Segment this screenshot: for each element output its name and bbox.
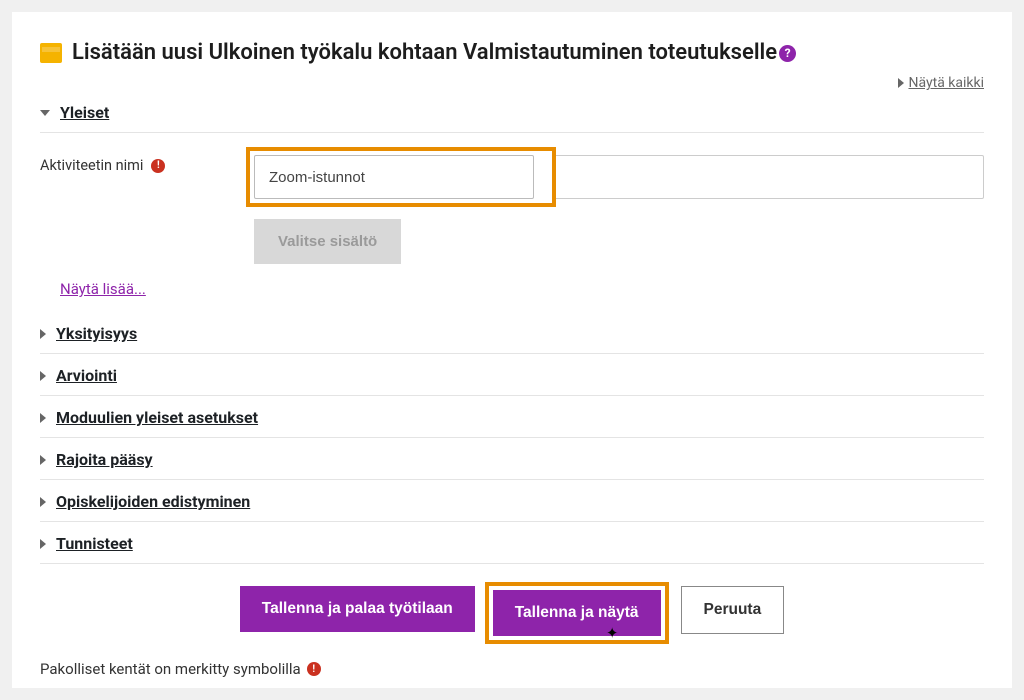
expand-all-label: Näytä kaikki bbox=[908, 75, 984, 91]
chevron-right-icon bbox=[40, 371, 46, 381]
show-more-link[interactable]: Näytä lisää... bbox=[60, 280, 146, 298]
page-title-text: Lisätään uusi Ulkoinen työkalu kohtaan V… bbox=[72, 40, 777, 65]
section-restrict-title: Rajoita pääsy bbox=[56, 450, 153, 469]
required-icon: ! bbox=[307, 662, 321, 676]
required-icon: ! bbox=[151, 159, 165, 173]
section-privacy-header[interactable]: Yksityisyys bbox=[40, 312, 984, 354]
expand-all-link[interactable]: Näytä kaikki bbox=[898, 75, 984, 91]
chevron-right-icon bbox=[40, 539, 46, 549]
section-tags-header[interactable]: Tunnisteet bbox=[40, 522, 984, 564]
section-general-body: Aktiviteetin nimi ! Valitse sisältö Näyt… bbox=[40, 133, 984, 312]
save-return-button[interactable]: Tallenna ja palaa työtilaan bbox=[240, 586, 475, 632]
section-general-header[interactable]: Yleiset bbox=[40, 91, 984, 133]
section-restrict-header[interactable]: Rajoita pääsy bbox=[40, 438, 984, 480]
section-general-title: Yleiset bbox=[60, 103, 109, 122]
chevron-right-icon bbox=[40, 413, 46, 423]
section-common-header[interactable]: Moduulien yleiset asetukset bbox=[40, 396, 984, 438]
section-grade-header[interactable]: Arviointi bbox=[40, 354, 984, 396]
activity-name-label: Aktiviteetin nimi ! bbox=[40, 147, 240, 174]
cancel-button[interactable]: Peruuta bbox=[681, 586, 785, 634]
section-tags-title: Tunnisteet bbox=[56, 534, 133, 553]
section-completion-title: Opiskelijoiden edistyminen bbox=[56, 492, 250, 511]
save-display-button[interactable]: Tallenna ja näytä bbox=[493, 590, 661, 636]
external-tool-icon bbox=[40, 43, 62, 63]
chevron-right-icon bbox=[40, 455, 46, 465]
section-common-title: Moduulien yleiset asetukset bbox=[56, 408, 258, 427]
chevron-right-icon bbox=[40, 329, 46, 339]
form-actions: Tallenna ja palaa työtilaan Tallenna ja … bbox=[40, 586, 984, 640]
required-footnote: Pakolliset kentät on merkitty symbolilla… bbox=[40, 654, 984, 678]
activity-name-input[interactable] bbox=[254, 155, 534, 199]
chevron-down-icon bbox=[40, 110, 50, 116]
select-content-button: Valitse sisältö bbox=[254, 219, 401, 264]
section-completion-header[interactable]: Opiskelijoiden edistyminen bbox=[40, 480, 984, 522]
section-grade-title: Arviointi bbox=[56, 366, 117, 385]
highlight-save-display: Tallenna ja näytä ✦ bbox=[485, 582, 669, 644]
chevron-right-icon bbox=[898, 78, 904, 88]
page-title: Lisätään uusi Ulkoinen työkalu kohtaan V… bbox=[72, 40, 796, 65]
section-privacy-title: Yksityisyys bbox=[56, 324, 137, 343]
help-icon[interactable]: ? bbox=[779, 45, 796, 62]
highlight-activity-name bbox=[246, 147, 556, 207]
chevron-right-icon bbox=[40, 497, 46, 507]
